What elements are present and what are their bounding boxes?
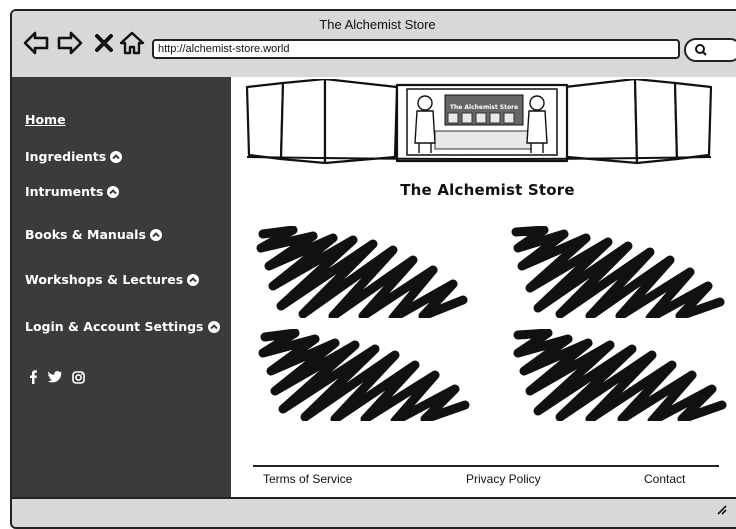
- footer-link-terms[interactable]: Terms of Service: [263, 472, 352, 486]
- sidebar-item-label: Ingredients: [25, 149, 107, 164]
- banner-sign-text: The Alchemist Store: [450, 104, 518, 111]
- sidebar: Home Ingredients Intruments Books & Manu…: [12, 77, 231, 497]
- search-icon: [695, 44, 707, 56]
- product-image-placeholder[interactable]: [253, 226, 473, 318]
- product-image-placeholder[interactable]: [253, 329, 473, 421]
- main-content: The Alchemist Store The Alchemist Store: [231, 77, 736, 497]
- sidebar-item-home[interactable]: Home: [25, 112, 66, 127]
- sidebar-item-books[interactable]: Books & Manuals: [25, 227, 162, 242]
- home-icon[interactable]: [118, 29, 146, 57]
- sidebar-item-instruments[interactable]: Intruments: [25, 184, 120, 199]
- search-box[interactable]: [684, 38, 736, 62]
- facebook-icon[interactable]: [28, 370, 38, 384]
- store-banner-image: The Alchemist Store: [245, 79, 713, 165]
- product-image-placeholder[interactable]: [508, 329, 728, 421]
- chevron-up-icon: [149, 228, 162, 241]
- chevron-up-icon: [110, 150, 123, 163]
- sidebar-item-label: Workshops & Lectures: [25, 272, 184, 287]
- footer-link-contact[interactable]: Contact: [644, 472, 685, 486]
- browser-toolbar: The Alchemist Store http://alchemist-sto…: [12, 11, 736, 79]
- status-bar: [12, 497, 736, 527]
- sidebar-item-label: Books & Manuals: [25, 227, 146, 242]
- sidebar-item-ingredients[interactable]: Ingredients: [25, 149, 123, 164]
- page-title: The Alchemist Store: [400, 181, 575, 199]
- browser-window: The Alchemist Store http://alchemist-sto…: [10, 9, 736, 529]
- forward-arrow-icon[interactable]: [56, 29, 84, 57]
- sidebar-item-login[interactable]: Login & Account Settings: [25, 319, 220, 334]
- chevron-up-icon: [207, 320, 220, 333]
- address-bar[interactable]: http://alchemist-store.world: [152, 39, 680, 59]
- sidebar-item-label: Intruments: [25, 184, 104, 199]
- chevron-up-icon: [107, 185, 120, 198]
- sidebar-item-label: Home: [25, 112, 66, 127]
- sidebar-item-label: Login & Account Settings: [25, 319, 204, 334]
- close-x-icon[interactable]: [92, 29, 120, 57]
- resize-grip-icon[interactable]: [715, 503, 727, 515]
- social-links: [28, 370, 85, 384]
- sidebar-item-workshops[interactable]: Workshops & Lectures: [25, 272, 200, 287]
- product-image-placeholder[interactable]: [508, 226, 728, 318]
- footer-link-privacy[interactable]: Privacy Policy: [466, 472, 541, 486]
- instagram-icon[interactable]: [72, 370, 85, 384]
- chevron-up-icon: [187, 273, 200, 286]
- twitter-icon[interactable]: [48, 371, 62, 383]
- footer-divider: [253, 465, 719, 467]
- back-arrow-icon[interactable]: [22, 29, 50, 57]
